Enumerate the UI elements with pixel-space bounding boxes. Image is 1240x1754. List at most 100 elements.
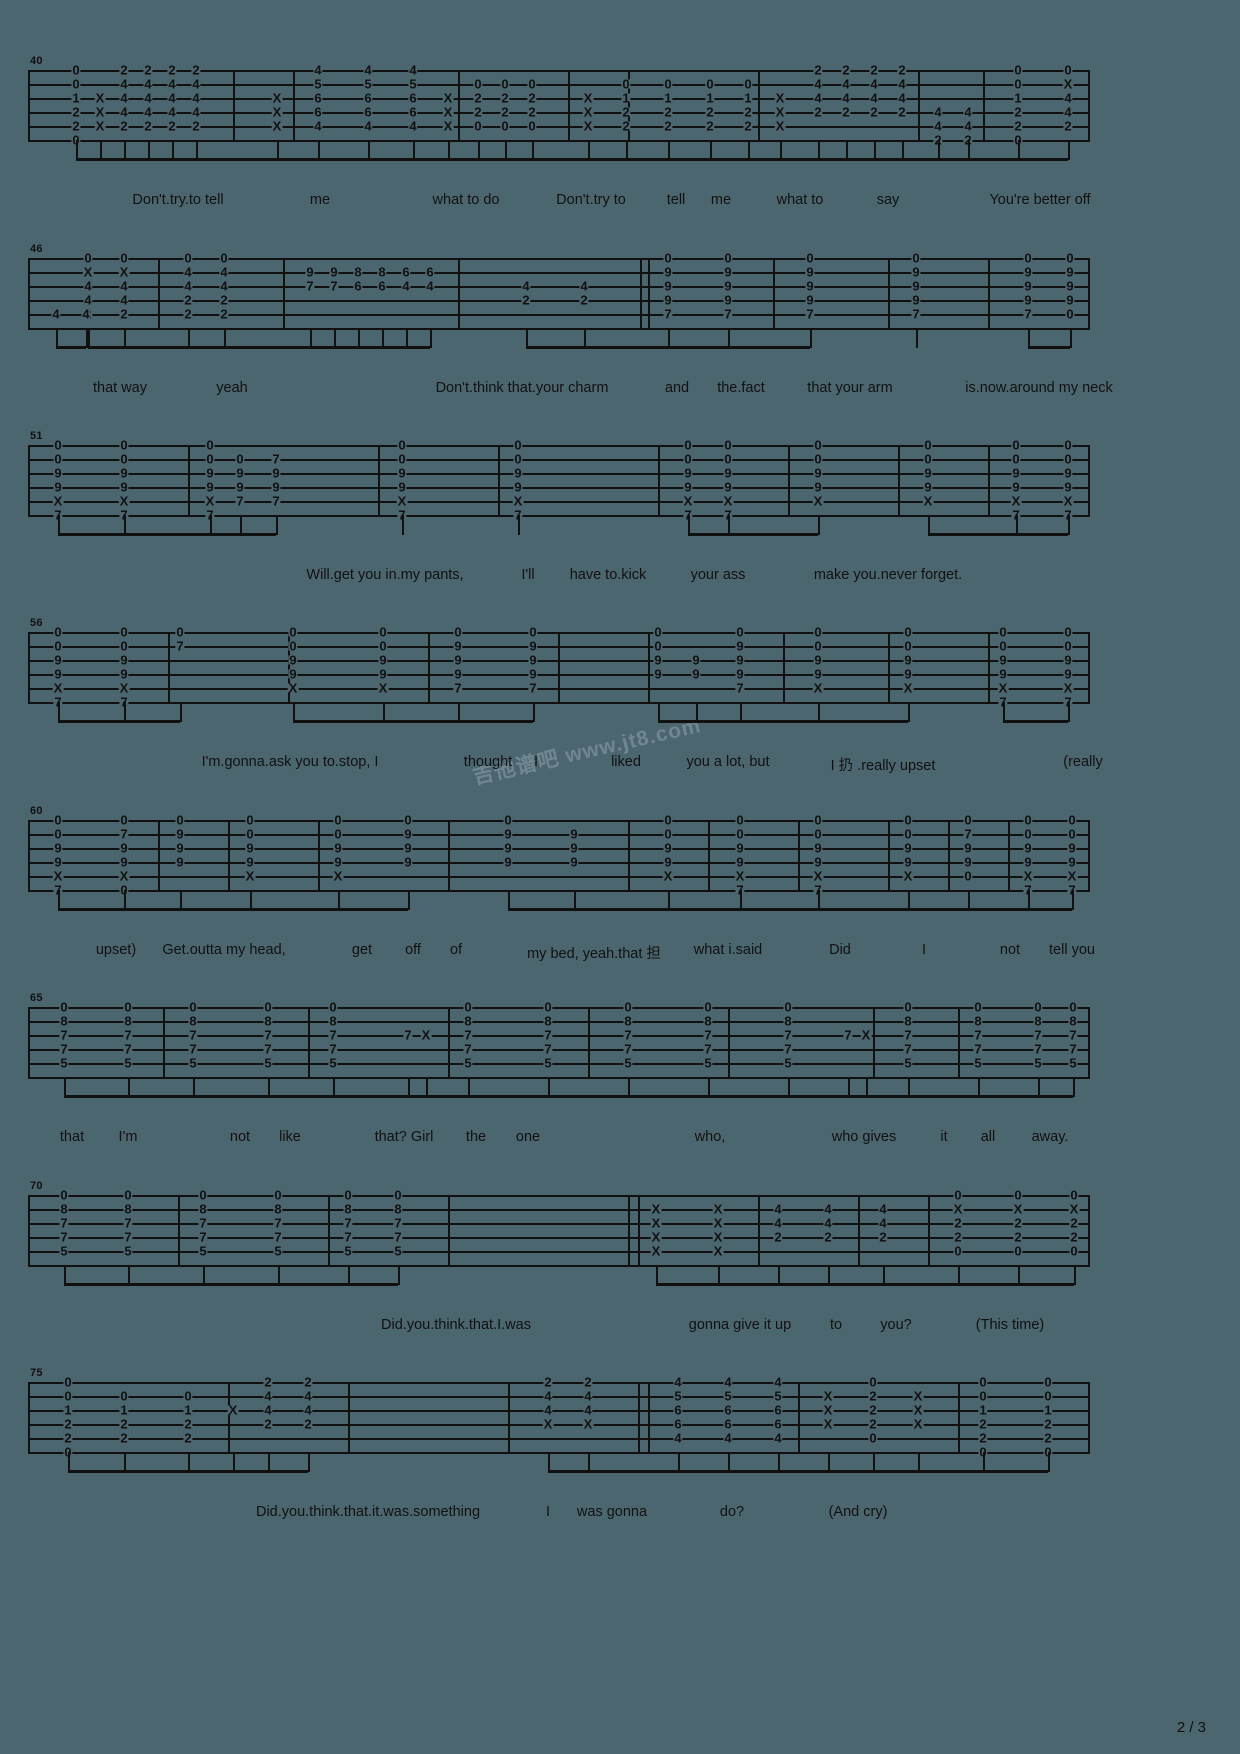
tab-note: 6	[723, 1416, 733, 1432]
tab-note: 4	[521, 278, 531, 294]
rhythm-beam	[710, 158, 748, 161]
tab-note: 7	[235, 493, 245, 509]
tab-note: 4	[963, 118, 973, 134]
tab-note: 9	[305, 264, 315, 280]
lyric-word: my bed, yeah.that 担	[527, 946, 661, 962]
tab-note: 4	[51, 306, 61, 322]
tab-note: 9	[205, 479, 215, 495]
tab-note: 0	[705, 76, 715, 92]
tab-note: 9	[813, 666, 823, 682]
lyric-word: thought	[463, 754, 513, 770]
tab-note: 0	[63, 1374, 73, 1390]
tab-note: 4	[723, 1374, 733, 1390]
tab-note: X	[712, 1201, 724, 1217]
rhythm-beam	[983, 1470, 1048, 1473]
rhythm-stem	[124, 140, 126, 160]
lyric-word: upset)	[95, 942, 137, 958]
lyric-word: not	[999, 942, 1021, 958]
rhythm-stem	[1074, 1265, 1076, 1285]
barline	[568, 70, 570, 140]
tab-note: X	[822, 1416, 834, 1432]
rhythm-stem	[548, 1452, 550, 1472]
rhythm-stem	[1038, 1077, 1040, 1097]
tab-note: 9	[175, 854, 185, 870]
tab-note: 2	[183, 306, 193, 322]
tab-note: 2	[119, 1416, 129, 1432]
tab-note: 0	[198, 1187, 208, 1203]
rhythm-beam	[778, 1470, 828, 1473]
tab-note: 6	[773, 1402, 783, 1418]
rhythm-beam	[277, 158, 318, 161]
rhythm-stem	[180, 702, 182, 722]
staff-line	[28, 1049, 1090, 1051]
rhythm-beam	[468, 1095, 548, 1098]
tab-note: X	[712, 1243, 724, 1259]
tab-note: 0	[205, 451, 215, 467]
rhythm-stem	[574, 890, 576, 910]
lyric-word: off	[405, 942, 421, 958]
tab-note: 7	[1033, 1027, 1043, 1043]
rhythm-stem	[1028, 328, 1030, 348]
tab-note: 2	[869, 104, 879, 120]
rhythm-stem	[958, 1265, 960, 1285]
barline	[178, 1195, 180, 1265]
tab-note: 2	[868, 1388, 878, 1404]
barline	[328, 1195, 330, 1265]
tab-system: 7500122001220122X24422442244X244X4566445…	[28, 1367, 1090, 1520]
tab-note: 9	[528, 666, 538, 682]
tab-note: 2	[263, 1416, 273, 1432]
rhythm-beam	[828, 1283, 883, 1286]
tab-note: 1	[1043, 1402, 1053, 1418]
tab-note: 2	[743, 104, 753, 120]
barline	[228, 820, 230, 890]
rhythm-beam	[1028, 346, 1070, 349]
measure-number: 75	[30, 1367, 43, 1379]
rhythm-beam	[778, 1283, 828, 1286]
tab-note: 2	[1069, 1229, 1079, 1245]
rhythm-beam	[846, 158, 874, 161]
tab-note: 2	[167, 62, 177, 78]
rhythm-stem	[908, 1077, 910, 1097]
tab-note: 9	[271, 465, 281, 481]
tab-note: 8	[328, 1013, 338, 1029]
tab-note: 0	[53, 826, 63, 842]
tab-staff: 0099X70799X009990099X0099X09990999999009…	[28, 814, 1090, 911]
tab-note: 0	[500, 76, 510, 92]
tab-note: X	[271, 90, 283, 106]
tab-note: 9	[663, 840, 673, 856]
rhythm-stem	[533, 702, 535, 722]
tab-note: 9	[1023, 854, 1033, 870]
rhythm-beam	[908, 908, 968, 911]
lyric-word: Did.you.think.that.I.was	[381, 1317, 531, 1333]
barline	[988, 445, 990, 515]
tab-note: 2	[1013, 1229, 1023, 1245]
tab-note: 7	[903, 1027, 913, 1043]
tab-note: 0	[119, 624, 129, 640]
rhythm-stem	[124, 702, 126, 722]
barline	[783, 632, 785, 702]
rhythm-beam	[68, 1470, 124, 1473]
tab-note: 0	[183, 1388, 193, 1404]
tab-note: X	[997, 680, 1009, 696]
tab-note: 5	[543, 1055, 553, 1071]
rhythm-beam	[828, 1470, 873, 1473]
tab-note: 0	[723, 250, 733, 266]
tab-note: 4	[119, 76, 129, 92]
tab-note: 4	[869, 76, 879, 92]
tab-note: 9	[1065, 264, 1075, 280]
tab-note: 8	[123, 1201, 133, 1217]
tab-note: 9	[453, 638, 463, 654]
tab-note: 9	[663, 278, 673, 294]
tab-note: 2	[579, 292, 589, 308]
rhythm-beam	[224, 346, 310, 349]
tab-note: 8	[1068, 1013, 1078, 1029]
tab-note: 4	[191, 76, 201, 92]
rhythm-stem	[478, 140, 480, 160]
tab-note: 0	[119, 451, 129, 467]
rhythm-stem	[938, 140, 940, 160]
rhythm-beam	[124, 346, 188, 349]
tab-note: X	[912, 1388, 924, 1404]
tab-note: 0	[903, 826, 913, 842]
barline	[308, 1007, 310, 1077]
tab-note: 0	[653, 624, 663, 640]
